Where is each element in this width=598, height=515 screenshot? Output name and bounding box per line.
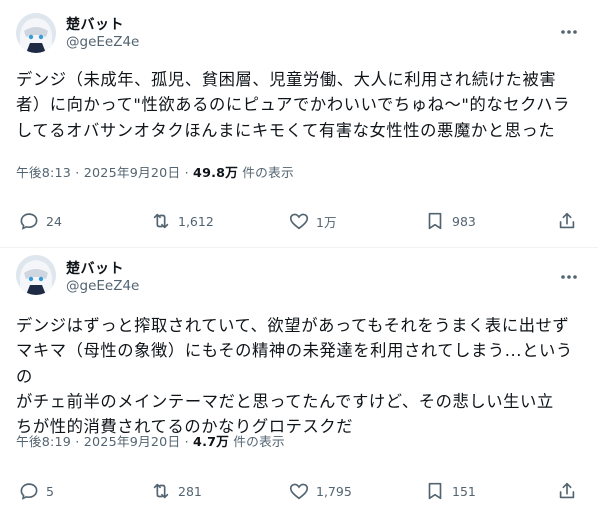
reply-button[interactable]: 24: [18, 210, 62, 232]
reply-icon: [20, 483, 38, 500]
view-label: 件の表示: [238, 165, 294, 180]
bookmark-icon: [428, 482, 442, 500]
like-button[interactable]: 1万: [288, 210, 336, 232]
retweet-icon: [153, 483, 169, 499]
tweet-meta: 午後8:13 · 2025年9月20日 · 49.8万 件の表示: [16, 162, 294, 181]
bookmark-count: 983: [452, 213, 476, 229]
bookmark-count: 151: [452, 483, 476, 499]
bookmark-icon: [428, 212, 442, 230]
view-count: 4.7万: [193, 434, 230, 449]
display-name[interactable]: 楚バット: [66, 258, 124, 278]
retweet-count: 281: [178, 483, 202, 499]
retweet-count: 1,612: [178, 213, 214, 229]
share-button[interactable]: [556, 210, 578, 232]
tweet-1: 楚バット @geEeZ4e デンジ（未成年、孤児、貧困層、児童労働、大人に利用さ…: [0, 0, 598, 248]
handle[interactable]: @geEeZ4e: [66, 34, 139, 50]
more-icon[interactable]: [560, 20, 578, 34]
bookmark-button[interactable]: 983: [424, 210, 476, 232]
display-name[interactable]: 楚バット: [66, 14, 124, 34]
share-button[interactable]: [556, 480, 578, 502]
retweet-button[interactable]: 281: [150, 480, 202, 502]
reply-count: 5: [46, 483, 54, 499]
retweet-button[interactable]: 1,612: [150, 210, 214, 232]
more-icon[interactable]: [560, 265, 578, 279]
view-label: 件の表示: [229, 434, 285, 449]
share-icon: [559, 212, 575, 229]
tweet-2: 楚バット @geEeZ4e デンジはずっと搾取されていて、欲望があってもそれをう…: [0, 248, 598, 515]
heart-icon: [289, 483, 309, 500]
avatar[interactable]: [16, 255, 56, 295]
action-bar: 5 281 1,795 151: [0, 480, 598, 504]
reply-count: 24: [46, 213, 62, 229]
reply-button[interactable]: 5: [18, 480, 54, 502]
bookmark-button[interactable]: 151: [424, 480, 476, 502]
reply-icon: [20, 213, 38, 230]
like-button[interactable]: 1,795: [288, 480, 352, 502]
heart-icon: [289, 213, 309, 230]
retweet-icon: [153, 213, 169, 229]
share-icon: [559, 482, 575, 499]
timestamp[interactable]: 午後8:19 · 2025年9月20日 ·: [16, 434, 193, 449]
tweet-text: デンジはずっと搾取されていて、欲望があってもそれをうまく表に出せず マキマ（母性…: [16, 316, 573, 437]
timestamp[interactable]: 午後8:13 · 2025年9月20日 ·: [16, 165, 193, 180]
action-bar: 24 1,612 1万 983: [0, 210, 598, 234]
tweet-text: デンジ（未成年、孤児、貧困層、児童労働、大人に利用され続けた被害 者）に向かって…: [16, 70, 570, 140]
handle[interactable]: @geEeZ4e: [66, 278, 139, 294]
view-count: 49.8万: [193, 165, 239, 180]
avatar[interactable]: [16, 13, 56, 53]
tweet-meta: 午後8:19 · 2025年9月20日 · 4.7万 件の表示: [16, 431, 285, 450]
like-count: 1万: [316, 214, 337, 230]
like-count: 1,795: [316, 483, 352, 499]
